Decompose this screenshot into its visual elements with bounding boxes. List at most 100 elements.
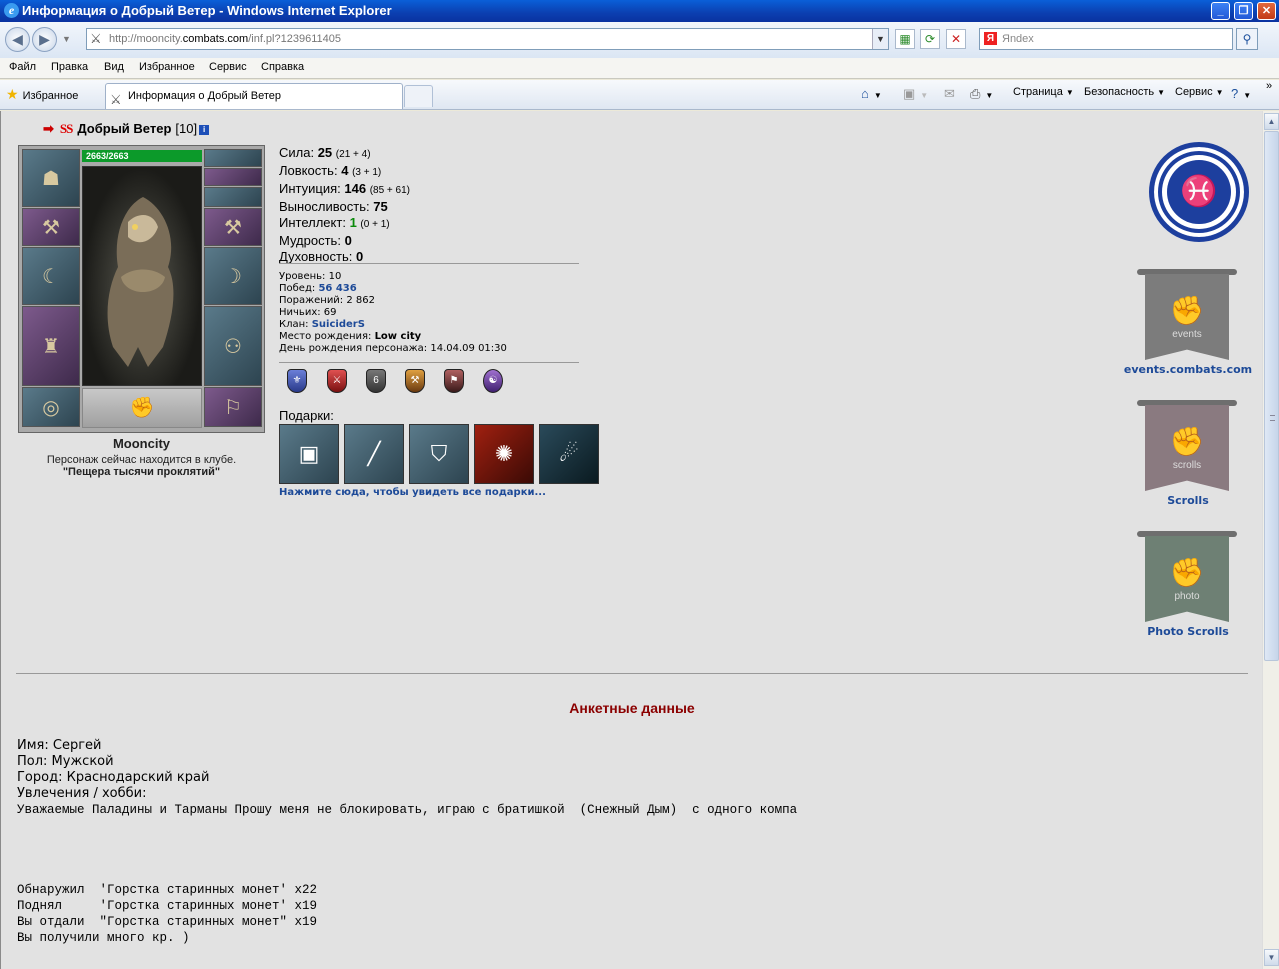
armor-slot[interactable]: ♜ [22,306,80,386]
info-icon[interactable]: i [199,124,210,135]
menu-help[interactable]: Справка [261,61,304,73]
address-dropdown-icon[interactable]: ▼ [872,29,888,49]
compatibility-icon[interactable]: ▦ [895,29,915,49]
refresh-icon[interactable]: ⟳ [920,29,940,49]
rings-slot[interactable] [204,187,262,207]
city-name: Mooncity [112,436,171,451]
browser-window: e Информация о Добрый Ветер - Windows In… [0,0,1279,969]
vertical-scrollbar[interactable]: ▲ ▼ [1262,111,1279,969]
favorites-button[interactable]: ★ Избранное [6,86,78,103]
menu-file[interactable]: Файл [9,61,36,73]
legs-slot[interactable]: ⚇ [204,306,262,386]
arrow-icon: ➡ [43,121,54,136]
gloves-slot[interactable]: ⚒ [204,208,262,246]
print-button[interactable]: ⎙ ▼ [970,86,993,102]
scrolls-link[interactable]: Scrolls [1121,494,1255,507]
printer-icon: ⎙ [970,86,981,101]
address-row: ◀ ▶ ▼ ⚔ http://mooncity.combats.com/inf.… [0,22,1279,58]
section-divider [16,673,1248,674]
spellbook-icon: ☄ [559,441,579,466]
menu-favorites[interactable]: Избранное [139,61,195,73]
shield-icon: ⛉ [430,441,448,466]
tools-menu-label: Сервис [1175,86,1213,98]
creature-image [107,197,174,367]
hp-bar: 2663/2663 [82,150,202,162]
badge-4-icon[interactable]: ⚒ [405,369,425,393]
info-birthplace: Место рождения: Low city [279,331,422,342]
menu-view[interactable]: Вид [104,61,124,73]
info-clan: Клан: SuiciderS [279,319,365,330]
scroll-down-icon[interactable]: ▼ [1264,949,1279,966]
photo-banner[interactable]: ✊ photo [1137,531,1237,623]
fist-icon: ✊ [1169,295,1205,326]
gift-stick[interactable]: ╱ [344,424,404,484]
scroll-up-icon[interactable]: ▲ [1264,113,1279,130]
photo-word: photo [1174,591,1200,602]
menu-tools[interactable]: Сервис [209,61,247,73]
search-input[interactable]: Я Яndex [979,28,1233,50]
character-header: ➡ SS Добрый Ветер [10] i [43,121,210,137]
weapon-left-slot[interactable]: ☾ [22,247,80,305]
location-block: Mooncity Персонаж сейчас находится в клу… [18,436,265,478]
stat-strength: Сила: 25 (21 + 4) [279,145,371,160]
earrings-slot[interactable] [204,168,262,186]
weapon-right-slot[interactable]: ☽ [204,247,262,305]
home-button[interactable]: ⌂ ▼ [861,86,882,101]
ie-icon: e [4,3,19,18]
mail-button[interactable]: ✉ [944,86,957,102]
help-button[interactable]: ? ▼ [1231,86,1251,101]
badge-2-icon[interactable]: ⚔ [327,369,347,393]
photo-scrolls-link[interactable]: Photo Scrolls [1121,625,1255,638]
helmet-slot[interactable]: ☗ [22,149,80,207]
page-menu-button[interactable]: Страница ▼ [1013,86,1074,98]
profile-log-line: Вы получили много кр. ) [17,931,190,945]
scroll-thumb[interactable] [1264,131,1279,661]
security-menu-button[interactable]: Безопасность ▼ [1084,86,1165,98]
stop-icon[interactable]: ✕ [946,29,966,49]
badge-6-icon[interactable]: ☯ [483,369,503,393]
address-bar[interactable]: ⚔ http://mooncity.combats.com/inf.pl?123… [86,28,889,50]
forward-button[interactable]: ▶ [32,27,57,52]
maximize-button[interactable]: ❐ [1234,2,1253,20]
profile-log-line: Поднял 'Горстка старинных монет' x19 [17,899,318,913]
badge-1-icon[interactable]: ⚜ [287,369,307,393]
menu-edit[interactable]: Правка [51,61,88,73]
all-gifts-link[interactable]: Нажмите сюда, чтобы увидеть все подарки.… [279,487,546,498]
gift-red-book[interactable]: ✺ [474,424,534,484]
scrolls-banner[interactable]: ✊ scrolls [1137,400,1237,492]
menu-bar: Файл Правка Вид Избранное Сервис Справка [0,58,1279,79]
clan-link[interactable]: SuiciderS [312,319,365,330]
boots-slot[interactable]: ⚐ [204,387,262,427]
gift-dark-book[interactable]: ☄ [539,424,599,484]
clan-logo[interactable]: ♓ [1149,142,1249,242]
tools-menu-button[interactable]: Сервис ▼ [1175,86,1224,98]
amulet-slot[interactable] [204,149,262,167]
profile-gender: Пол: Мужской [17,754,114,769]
window-title: Информация о Добрый Ветер - Windows Inte… [22,3,392,18]
close-button[interactable]: ✕ [1257,2,1276,20]
belt-slot[interactable]: ◎ [22,387,80,427]
gift-chest[interactable]: ▣ [279,424,339,484]
gift-shield[interactable]: ⛉ [409,424,469,484]
bracers-slot[interactable]: ⚒ [22,208,80,246]
badge-5-icon[interactable]: ⚑ [444,369,464,393]
events-link[interactable]: events.combats.com [1121,363,1255,376]
search-icon[interactable]: ⚲ [1236,28,1258,50]
character-portrait [82,166,202,386]
events-banner[interactable]: ✊ events [1137,269,1237,361]
badge-3-icon[interactable]: 6 [366,369,386,393]
scrolls-word: scrolls [1172,460,1202,471]
help-icon: ? [1231,86,1239,101]
minimize-button[interactable]: _ [1211,2,1230,20]
history-dropdown-icon[interactable]: ▼ [62,34,71,44]
helmet-icon: ☗ [42,167,60,190]
gloves-icon: ⚒ [224,216,242,239]
search-placeholder: Яndex [1002,33,1034,45]
wins-link[interactable]: 56 436 [318,283,356,294]
profile-log-line: Обнаружил 'Горстка старинных монет' x22 [17,883,318,897]
new-tab-button[interactable] [404,85,433,107]
more-tools-icon[interactable]: » [1266,80,1272,92]
tab-active[interactable]: ⚔ Информация о Добрый Ветер [105,83,403,109]
feeds-button[interactable]: ▣ ▼ [903,86,928,102]
back-button[interactable]: ◀ [5,27,30,52]
